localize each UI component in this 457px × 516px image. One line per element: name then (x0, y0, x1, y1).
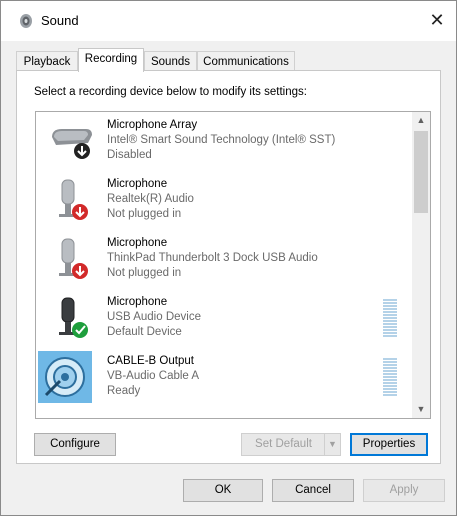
level-meter (383, 299, 397, 338)
microphone-icon (59, 238, 88, 279)
device-item-microphone-usb[interactable]: Microphone USB Audio Device Default Devi… (36, 289, 412, 347)
properties-button[interactable]: Properties (350, 433, 428, 456)
ok-button[interactable]: OK (183, 479, 263, 502)
device-item-microphone-thinkpad-dock[interactable]: Microphone ThinkPad Thunderbolt 3 Dock U… (36, 230, 412, 288)
device-name: Microphone (107, 237, 168, 249)
device-name: Microphone Array (107, 119, 198, 131)
device-status: Ready (107, 385, 141, 397)
device-list-scrollbar[interactable]: ▲ ▼ (412, 112, 430, 418)
set-default-dropdown[interactable]: ▼ (324, 433, 341, 456)
speaker-icon (20, 14, 32, 28)
tab-playback[interactable]: Playback (16, 51, 78, 71)
device-item-cable-b-output[interactable]: CABLE-B Output VB-Audio Cable A Ready (36, 348, 412, 406)
device-list[interactable]: Microphone Array Intel® Smart Sound Tech… (35, 111, 431, 419)
sound-dialog: Sound ✕ Playback Recording Sounds Commun… (0, 0, 457, 516)
title-bar: Sound ✕ (1, 1, 456, 41)
cancel-button[interactable]: Cancel (272, 479, 354, 502)
tab-recording[interactable]: Recording (78, 48, 144, 72)
close-button[interactable]: ✕ (426, 9, 448, 31)
recording-panel: Select a recording device below to modif… (16, 70, 441, 464)
tab-sounds[interactable]: Sounds (144, 51, 197, 71)
device-description: USB Audio Device (107, 311, 201, 323)
instruction-text: Select a recording device below to modif… (34, 86, 307, 98)
scroll-down-arrow-icon[interactable]: ▼ (412, 401, 430, 418)
scroll-thumb[interactable] (414, 131, 428, 213)
device-item-microphone-realtek[interactable]: Microphone Realtek(R) Audio Not plugged … (36, 171, 412, 229)
tab-communications[interactable]: Communications (197, 51, 295, 71)
device-status: Default Device (107, 326, 182, 338)
device-name: CABLE-B Output (107, 355, 194, 367)
scroll-up-arrow-icon[interactable]: ▲ (412, 112, 430, 129)
microphone-array-icon (52, 129, 92, 159)
device-name: Microphone (107, 296, 168, 308)
device-status: Not plugged in (107, 208, 182, 220)
device-description: ThinkPad Thunderbolt 3 Dock USB Audio (107, 252, 318, 264)
apply-button[interactable]: Apply (363, 479, 445, 502)
configure-button[interactable]: Configure (34, 433, 116, 456)
window-title: Sound (41, 13, 79, 28)
device-status: Not plugged in (107, 267, 182, 279)
device-name: Microphone (107, 178, 168, 190)
level-meter (383, 358, 397, 397)
microphone-icon (59, 297, 88, 338)
chevron-down-icon: ▼ (328, 439, 337, 449)
device-description: VB-Audio Cable A (107, 370, 200, 382)
device-item-microphone-array[interactable]: Microphone Array Intel® Smart Sound Tech… (36, 112, 412, 170)
device-description: Intel® Smart Sound Technology (Intel® SS… (107, 134, 336, 146)
device-description: Realtek(R) Audio (107, 193, 194, 205)
close-icon: ✕ (429, 10, 445, 30)
set-default-button[interactable]: Set Default (241, 433, 325, 456)
default-check-badge (72, 322, 88, 338)
device-status: Disabled (107, 149, 152, 161)
virtual-cable-icon (38, 351, 92, 403)
microphone-icon (59, 179, 88, 220)
